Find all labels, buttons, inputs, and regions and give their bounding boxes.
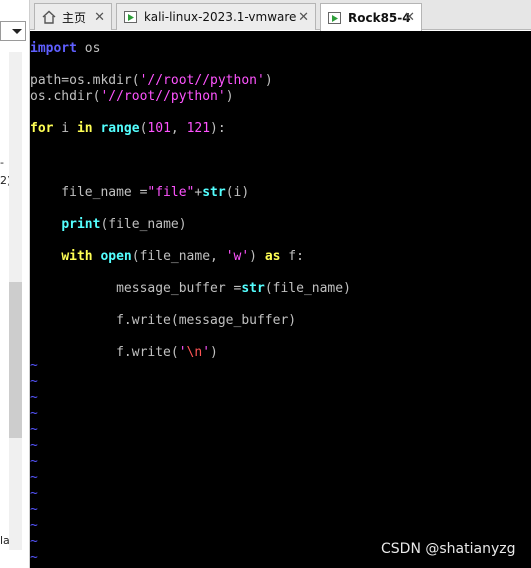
code-text: path=os.mkdir( xyxy=(30,73,140,88)
empty-line-marker: ~ xyxy=(30,518,38,533)
vm-icon xyxy=(123,9,139,25)
code-line: f.write('\n') xyxy=(30,345,218,361)
code-text: i xyxy=(53,121,77,136)
code-text: (file_name) xyxy=(264,281,351,296)
code-text: message_buffer = xyxy=(30,281,242,296)
close-icon[interactable]: ✕ xyxy=(404,10,415,25)
empty-line-marker: ~ xyxy=(30,534,38,549)
string-literal: '//root//python' xyxy=(100,89,226,104)
keyword: import xyxy=(30,41,77,56)
keyword: as xyxy=(264,249,281,264)
tab-label: 主页 xyxy=(62,10,87,25)
empty-line-marker: ~ xyxy=(30,486,38,501)
tab-bar: 主页 ✕ kali-linux-2023.1-vmware-am... ✕ Ro… xyxy=(30,0,531,31)
code-text: os.chdir( xyxy=(30,89,101,104)
left-text-fragment: - xyxy=(0,156,4,169)
string-literal: ' xyxy=(178,345,187,360)
string-literal: ' xyxy=(202,345,211,360)
left-text-fragment: la xyxy=(0,534,10,547)
keyword: in xyxy=(76,121,93,136)
code-line: os.chdir('//root//python') xyxy=(30,89,234,105)
empty-line-marker: ~ xyxy=(30,470,38,485)
empty-line-marker: ~ xyxy=(30,422,38,437)
empty-line-marker: ~ xyxy=(30,502,38,517)
left-panel: - 2) la xyxy=(0,0,30,568)
code-text: file_name = xyxy=(30,185,148,200)
code-text: (i) xyxy=(225,185,250,200)
vm-icon xyxy=(327,10,343,26)
code-line: with open(file_name, 'w') as f: xyxy=(30,249,304,265)
tab-label: kali-linux-2023.1-vmware-am... xyxy=(144,10,296,24)
code-text: ) xyxy=(225,89,234,104)
builtin-function: open xyxy=(100,249,132,264)
code-text: , xyxy=(170,121,187,136)
empty-line-marker: ~ xyxy=(30,550,38,565)
string-literal: "file" xyxy=(147,185,195,200)
code-text: f: xyxy=(280,249,304,264)
code-line: file_name ="file"+str(i) xyxy=(30,185,249,201)
string-literal: '//root//python' xyxy=(139,73,265,88)
tab-kali-linux[interactable]: kali-linux-2023.1-vmware-am... ✕ xyxy=(116,3,316,30)
empty-line-marker: ~ xyxy=(30,358,38,373)
tab-rock85-4[interactable]: Rock85-4 ✕ xyxy=(320,3,422,31)
number-literal: 121 xyxy=(186,121,211,136)
keyword: with xyxy=(61,249,93,264)
code-text: (file_name, xyxy=(131,249,226,264)
builtin-function: range xyxy=(100,121,140,136)
code-line: print(file_name) xyxy=(30,217,187,233)
builtin-function: str xyxy=(202,185,226,200)
code-text: ): xyxy=(210,121,226,136)
chevron-down-icon xyxy=(12,29,22,34)
keyword: for xyxy=(30,121,54,136)
empty-line-marker: ~ xyxy=(30,406,38,421)
empty-line-marker: ~ xyxy=(30,454,38,469)
code-line: f.write(message_buffer) xyxy=(30,313,296,329)
empty-line-marker: ~ xyxy=(30,390,38,405)
watermark: CSDN @shatianyzg xyxy=(381,541,516,557)
terminal-screen[interactable]: import os path=os.mkdir('//root//python'… xyxy=(30,31,531,568)
tab-label: Rock85-4 xyxy=(348,10,411,25)
left-dropdown[interactable] xyxy=(0,21,26,41)
close-icon[interactable]: ✕ xyxy=(298,10,309,25)
string-literal: 'w' xyxy=(225,249,250,264)
code-text: (file_name) xyxy=(100,217,187,232)
code-text: f.write(message_buffer) xyxy=(30,313,297,328)
code-text: os xyxy=(76,41,101,56)
code-text: ) xyxy=(210,345,218,360)
empty-line-marker: ~ xyxy=(30,374,38,389)
left-scrollbar-thumb[interactable] xyxy=(9,282,22,438)
builtin-function: str xyxy=(241,281,265,296)
number-literal: 101 xyxy=(147,121,171,136)
code-line: path=os.mkdir('//root//python') xyxy=(30,73,273,89)
close-icon[interactable]: ✕ xyxy=(94,10,105,25)
tab-home[interactable]: 主页 ✕ xyxy=(34,3,112,30)
code-line: import os xyxy=(30,41,100,57)
builtin-function: print xyxy=(61,217,101,232)
escape-sequence: \n xyxy=(186,345,203,360)
code-text: f.write( xyxy=(30,345,179,360)
code-line: message_buffer =str(file_name) xyxy=(30,281,351,297)
home-icon xyxy=(41,9,57,25)
code-line: for i in range(101, 121): xyxy=(30,121,226,137)
code-text: ) xyxy=(249,249,265,264)
code-text: ) xyxy=(264,73,273,88)
empty-line-marker: ~ xyxy=(30,438,38,453)
